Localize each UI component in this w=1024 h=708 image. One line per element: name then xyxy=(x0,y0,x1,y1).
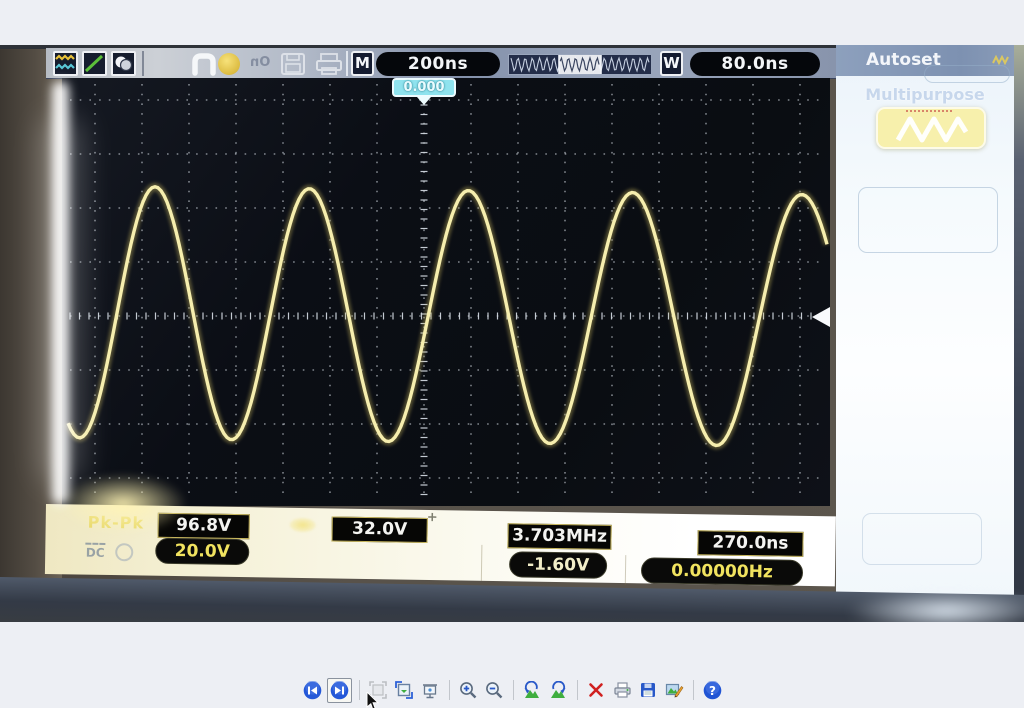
graticule-bottom-tick: + xyxy=(427,510,438,525)
menu-faint-box xyxy=(924,65,1010,83)
mouse-cursor xyxy=(366,692,380,708)
rotate-counterclockwise-button[interactable] xyxy=(521,679,544,702)
trigger-position-marker-tip xyxy=(417,97,431,105)
graticule xyxy=(62,78,830,506)
run-indicator-icon xyxy=(218,53,240,75)
scope-side-menu: Autoset Multipurpose xyxy=(836,45,1014,605)
menu-faint-box xyxy=(858,187,998,253)
pulse-icon xyxy=(192,52,216,76)
actual-size-button[interactable] xyxy=(393,679,416,702)
previous-image-button[interactable] xyxy=(301,679,324,702)
scope-screen: 0.000 xyxy=(62,78,830,506)
measurement-freq-value: 3.703MHz xyxy=(507,523,611,550)
help-button[interactable]: ? xyxy=(701,679,724,702)
zoom-out-button[interactable] xyxy=(483,679,506,702)
window-timebase-icon: W xyxy=(660,51,683,76)
trigger-level-arrow xyxy=(812,307,830,327)
toolbar-separator xyxy=(449,680,450,700)
scope-bezel-right xyxy=(1014,45,1024,622)
viewer-toolbar: ? xyxy=(0,676,1024,704)
svg-text:?: ? xyxy=(709,684,716,698)
multicycle-waveform-icon xyxy=(892,114,972,144)
screen-glare-yellow xyxy=(58,473,188,535)
on-label: On xyxy=(250,55,270,70)
toolbar-separator xyxy=(359,680,360,700)
channel-waves-icon xyxy=(53,51,78,76)
window-timebase-readout: 80.0ns xyxy=(690,52,820,76)
toolbar-separator xyxy=(577,680,578,700)
topbar-separator xyxy=(346,51,348,76)
delete-button[interactable] xyxy=(585,679,608,702)
toolbar-separator xyxy=(513,680,514,700)
scope-topbar: On M 200ns xyxy=(46,48,836,79)
bandwidth-limit-icon xyxy=(115,543,133,561)
readout-divider xyxy=(625,555,626,585)
next-image-button[interactable] xyxy=(327,678,352,703)
ramp-icon xyxy=(82,51,107,76)
screen-glare xyxy=(52,81,69,505)
washed-label xyxy=(290,518,316,532)
waveform-trace xyxy=(68,187,827,446)
main-timebase-readout: 200ns xyxy=(376,52,500,76)
zoom-in-button[interactable] xyxy=(457,679,480,702)
trigger-frequency-readout: 0.00000Hz xyxy=(641,557,803,586)
readout-divider xyxy=(481,545,483,581)
contrast-icon xyxy=(111,51,136,76)
print-button[interactable] xyxy=(611,679,634,702)
measurement-mean-value: 32.0V xyxy=(331,516,427,543)
measurement-period-value: 270.0ns xyxy=(697,530,803,557)
waveform-preview-bar xyxy=(508,54,652,75)
menu-faint-box xyxy=(862,513,982,565)
main-timebase-icon: M xyxy=(351,51,374,76)
trigger-position-marker: 0.000 xyxy=(392,78,456,97)
ch1-scale-readout: 20.0V xyxy=(155,538,249,565)
side-menu-item-label: Multipurpose xyxy=(836,85,1014,104)
edit-button[interactable] xyxy=(663,679,686,702)
photo-oscilloscope: On M 200ns xyxy=(0,45,1024,622)
save-button[interactable] xyxy=(637,679,660,702)
toolbar-separator xyxy=(693,680,694,700)
multipurpose-button xyxy=(876,107,986,149)
trigger-level-readout: -1.60V xyxy=(509,551,607,579)
viewer-window: On M 200ns xyxy=(0,0,1024,708)
rotate-clockwise-button[interactable] xyxy=(547,679,570,702)
slideshow-button[interactable] xyxy=(419,679,442,702)
coupling-dc-icon: DC xyxy=(81,541,109,560)
topbar-separator xyxy=(142,51,144,76)
